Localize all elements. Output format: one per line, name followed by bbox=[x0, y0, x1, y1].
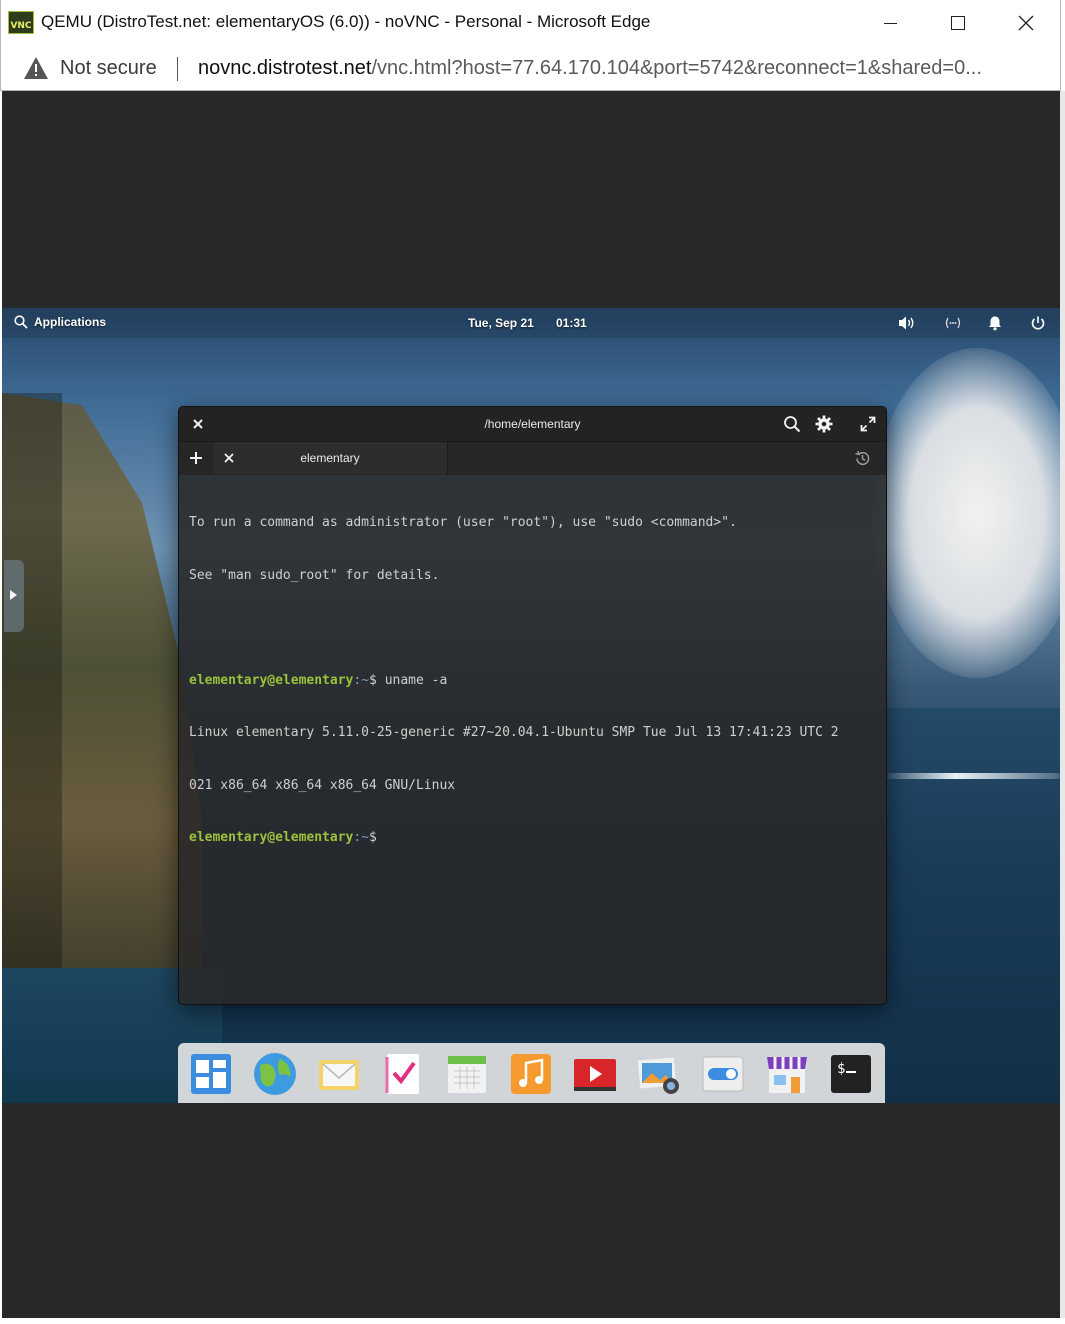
terminal-line: 021 x86_64 x86_64 x86_64 GNU/Linux bbox=[189, 777, 456, 793]
gear-icon[interactable] bbox=[815, 415, 833, 433]
prompt-user: elementary@elementary bbox=[189, 830, 354, 845]
url-host: novnc.distrotest.net bbox=[198, 57, 372, 79]
search-icon bbox=[14, 315, 28, 329]
search-icon[interactable] bbox=[783, 415, 801, 433]
terminal-tab-bar: elementary bbox=[179, 442, 886, 475]
terminal-prompt-line: elementary@elementary:~$ uname -a bbox=[189, 672, 879, 690]
bottom-edge bbox=[0, 1318, 1065, 1324]
prompt-user: elementary@elementary bbox=[189, 672, 354, 688]
prompt-path: :~ bbox=[353, 830, 370, 845]
web-browser-icon[interactable] bbox=[252, 1051, 298, 1097]
address-divider bbox=[177, 57, 178, 81]
panel-time[interactable]: 01:31 bbox=[556, 316, 587, 330]
wallpaper-cloud bbox=[872, 348, 1060, 678]
address-bar[interactable]: Not secure novnc.distrotest.net/vnc.html… bbox=[0, 46, 1061, 91]
maximize-icon bbox=[951, 16, 965, 30]
new-tab-icon[interactable] bbox=[189, 451, 203, 465]
videos-icon[interactable] bbox=[572, 1051, 618, 1097]
terminal-title: /home/elementary bbox=[484, 417, 581, 431]
top-panel: Applications Tue, Sep 21 01:31 bbox=[2, 308, 1060, 338]
terminal-window[interactable]: /home/elementary elementary To run a com… bbox=[178, 406, 887, 1005]
terminal-headerbar[interactable]: /home/elementary bbox=[179, 407, 886, 442]
network-indicator[interactable] bbox=[944, 315, 962, 331]
network-icon bbox=[945, 317, 961, 329]
panel-date[interactable]: Tue, Sep 21 bbox=[468, 316, 534, 330]
notifications-indicator[interactable] bbox=[986, 315, 1004, 331]
terminal-tab[interactable]: elementary bbox=[213, 442, 448, 474]
applications-label: Applications bbox=[34, 315, 107, 329]
notifications-icon bbox=[989, 316, 1001, 331]
multitasking-view-icon[interactable] bbox=[188, 1051, 234, 1097]
vnc-logo-icon: VNC bbox=[8, 11, 34, 34]
photos-icon[interactable] bbox=[636, 1051, 682, 1097]
tasks-icon[interactable] bbox=[380, 1051, 426, 1097]
url-path: /vnc.html?host=77.64.170.104&port=5742&r… bbox=[371, 57, 982, 79]
tab-label: elementary bbox=[300, 451, 360, 465]
minimize-icon bbox=[883, 22, 897, 24]
terminal-prompt-line: elementary@elementary:~$ bbox=[189, 829, 879, 847]
fullscreen-icon[interactable] bbox=[860, 416, 876, 432]
warning-icon[interactable] bbox=[23, 56, 49, 80]
command-text: uname -a bbox=[384, 672, 448, 688]
wallpaper-cliff-shadow bbox=[2, 393, 62, 1003]
prompt-path: :~ bbox=[353, 672, 370, 688]
power-icon bbox=[1031, 316, 1045, 330]
calendar-icon[interactable] bbox=[444, 1051, 490, 1097]
remote-desktop[interactable]: Applications Tue, Sep 21 01:31 /home/ele… bbox=[2, 308, 1060, 1103]
browser-title-bar: VNC QEMU (DistroTest.net: elementaryOS (… bbox=[0, 0, 1061, 46]
terminal-icon[interactable]: $ bbox=[828, 1051, 874, 1097]
security-status-label[interactable]: Not secure bbox=[60, 57, 157, 80]
history-icon[interactable] bbox=[854, 450, 871, 467]
window-title: QEMU (DistroTest.net: elementaryOS (6.0)… bbox=[41, 12, 651, 31]
music-icon[interactable] bbox=[508, 1051, 554, 1097]
dock: $ bbox=[178, 1043, 885, 1103]
svg-text:$: $ bbox=[837, 1061, 845, 1077]
terminal-line: See "man sudo_root" for details. bbox=[189, 567, 440, 583]
volume-indicator[interactable] bbox=[898, 315, 916, 331]
expand-arrow-icon bbox=[10, 590, 17, 600]
close-icon bbox=[1018, 15, 1034, 31]
prompt-sign: $ bbox=[369, 830, 385, 845]
mail-icon[interactable] bbox=[316, 1051, 362, 1097]
terminal-line: To run a command as administrator (user … bbox=[189, 515, 737, 530]
background-window-edge bbox=[1060, 91, 1065, 1324]
volume-icon bbox=[899, 316, 914, 330]
maximize-button[interactable] bbox=[924, 0, 992, 46]
wallpaper-foam bbox=[887, 773, 1060, 779]
applications-menu[interactable]: Applications bbox=[14, 315, 106, 329]
terminal-output[interactable]: To run a command as administrator (user … bbox=[189, 479, 879, 882]
novnc-control-handle[interactable] bbox=[4, 560, 24, 632]
power-indicator[interactable] bbox=[1029, 315, 1047, 331]
terminal-line: Linux elementary 5.11.0-25-generic #27~2… bbox=[189, 725, 839, 740]
appcenter-icon[interactable] bbox=[764, 1051, 810, 1097]
prompt-sign: $ bbox=[369, 672, 385, 688]
close-button[interactable] bbox=[992, 0, 1060, 46]
url-field[interactable]: novnc.distrotest.net/vnc.html?host=77.64… bbox=[198, 57, 982, 80]
system-settings-icon[interactable] bbox=[700, 1051, 746, 1097]
minimize-button[interactable] bbox=[856, 0, 924, 46]
